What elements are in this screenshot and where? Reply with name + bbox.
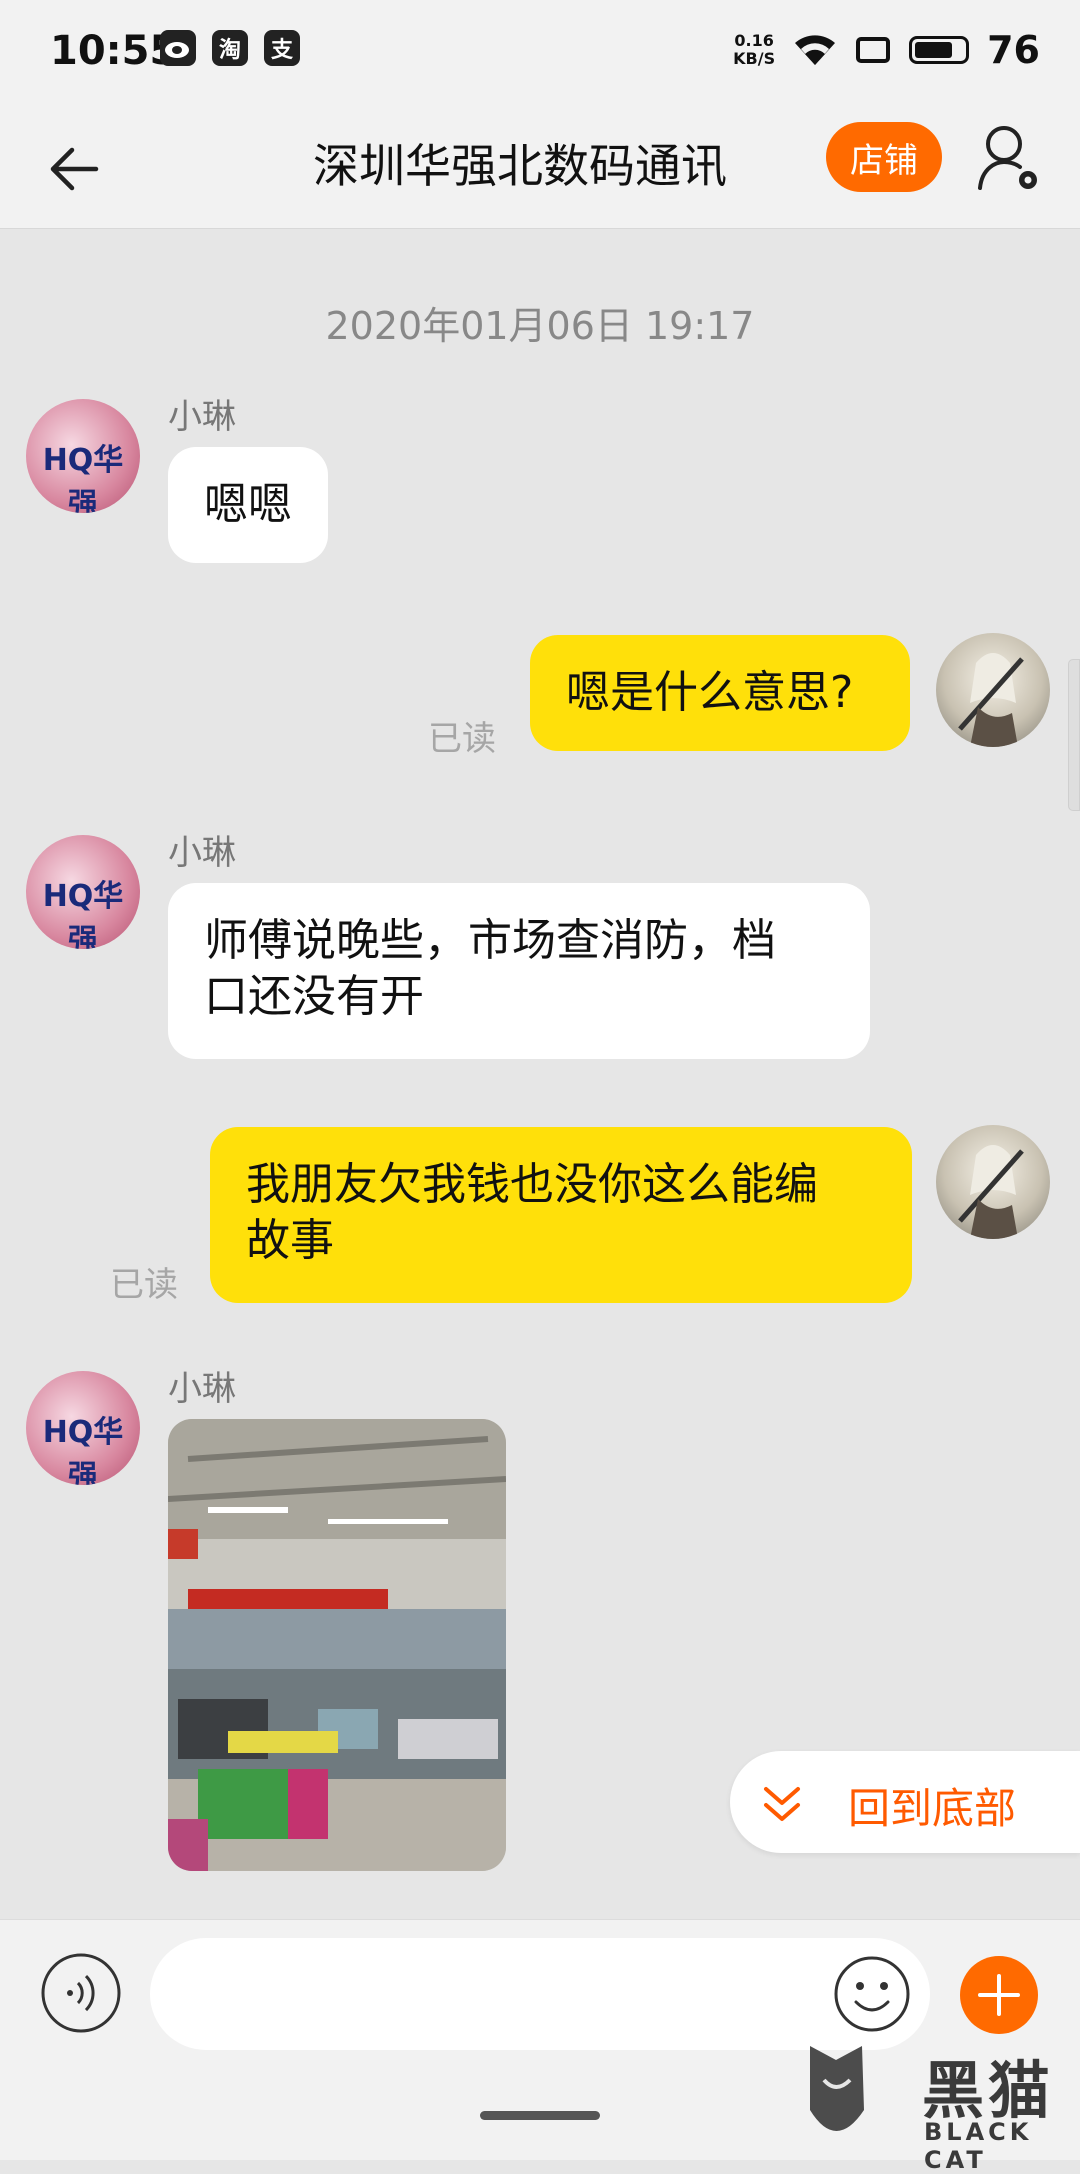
battery-icon <box>909 36 970 64</box>
message-bubble-incoming[interactable]: 嗯嗯 <box>168 447 328 563</box>
scrollbar-handle[interactable] <box>1068 659 1080 811</box>
home-indicator[interactable] <box>480 2111 600 2120</box>
chat-message-list[interactable]: 2020年01月06日 19:17 HQ华强 小琳 嗯嗯 已读 嗯是什么意思? … <box>0 229 1080 1919</box>
read-receipt: 已读 <box>428 719 496 759</box>
screen-rotate-icon <box>856 37 891 63</box>
battery-level: 76 <box>987 28 1040 72</box>
sender-name: 小琳 <box>168 1369 236 1409</box>
shop-avatar-logo: HQ华强 <box>42 1415 124 1485</box>
watermark-subtext: BLACK CAT <box>924 2118 1033 2174</box>
status-bar: 10:55 淘 支 0.16 KB/S 76 <box>0 0 1080 108</box>
plus-icon <box>978 1974 1020 2016</box>
message-input[interactable] <box>150 1938 930 2050</box>
user-avatar[interactable] <box>936 1125 1050 1239</box>
shop-avatar-logo: HQ华强 <box>42 443 124 513</box>
sender-name: 小琳 <box>168 833 236 873</box>
chat-header: 深圳华强北数码通讯 店铺 <box>0 108 1080 229</box>
message-bubble-outgoing[interactable]: 我朋友欠我钱也没你这么能编 故事 <box>210 1127 912 1303</box>
weibo-icon <box>160 30 196 66</box>
market-photo-illustration <box>168 1419 506 1871</box>
message-bubble-outgoing[interactable]: 嗯是什么意思? <box>530 635 910 751</box>
watermark-text: 黑猫 <box>922 2054 1055 2127</box>
wifi-icon <box>795 35 836 65</box>
message-timestamp: 2020年01月06日 19:17 <box>325 304 755 348</box>
status-indicators: 0.16 KB/S 76 <box>733 28 1040 72</box>
shop-button[interactable]: 店铺 <box>826 122 942 192</box>
message-image[interactable] <box>168 1419 506 1871</box>
smiley-icon <box>834 1956 910 2032</box>
back-to-bottom-button[interactable]: 回到底部 <box>730 1751 1080 1853</box>
user-avatar[interactable] <box>936 633 1050 747</box>
voice-input-button[interactable] <box>40 1952 122 2034</box>
shop-avatar-logo: HQ华强 <box>42 879 124 949</box>
more-options-button[interactable] <box>960 1956 1038 2034</box>
back-to-bottom-label: 回到底部 <box>848 1784 1017 1833</box>
anime-character-icon <box>958 653 1024 747</box>
double-chevron-down-icon <box>764 1787 800 1821</box>
message-bubble-incoming[interactable]: 师傅说晚些，市场查消防，档 口还没有开 <box>168 883 870 1059</box>
status-time: 10:55 <box>50 28 178 74</box>
emoji-button[interactable] <box>832 1954 912 2034</box>
shop-avatar[interactable]: HQ华强 <box>26 1371 140 1485</box>
user-settings-icon <box>978 126 1037 190</box>
anime-character-icon <box>958 1145 1024 1239</box>
shop-avatar[interactable]: HQ华强 <box>26 835 140 949</box>
notification-icons: 淘 支 <box>160 30 300 66</box>
contact-settings-button[interactable] <box>976 120 1046 196</box>
read-receipt: 已读 <box>110 1265 178 1305</box>
sender-name: 小琳 <box>168 397 236 437</box>
network-speed: 0.16 KB/S <box>733 31 776 68</box>
shop-avatar[interactable]: HQ华强 <box>26 399 140 513</box>
taobao-icon: 淘 <box>212 30 248 66</box>
alipay-icon: 支 <box>264 30 300 66</box>
voice-icon <box>41 1953 121 2033</box>
